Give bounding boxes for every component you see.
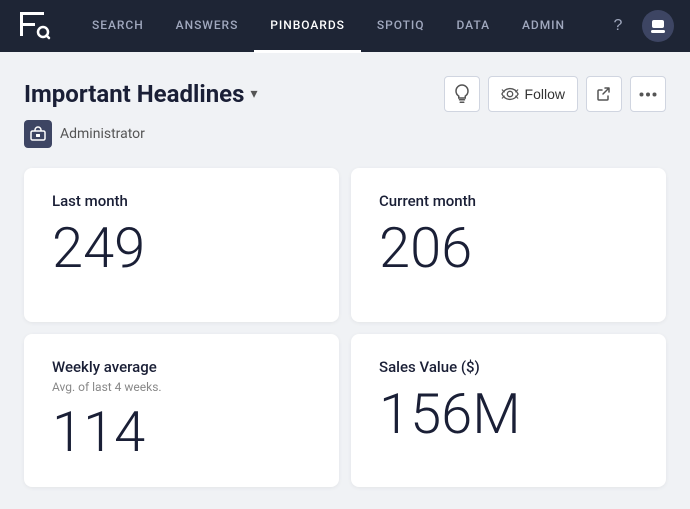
- owner-row: Administrator: [24, 120, 666, 148]
- logo-text: [16, 6, 52, 47]
- card-title-1: Current month: [379, 192, 638, 210]
- user-avatar-button[interactable]: [642, 10, 674, 42]
- card-title-0: Last month: [52, 192, 311, 210]
- nav-item-admin[interactable]: ADMIN: [506, 1, 581, 53]
- card-weekly-average: Weekly average Avg. of last 4 weeks. 114: [24, 334, 339, 488]
- page-title: Important Headlines: [24, 80, 244, 108]
- follow-button[interactable]: Follow: [488, 76, 578, 112]
- card-value-3: 156M: [379, 384, 638, 446]
- share-button[interactable]: [586, 76, 622, 112]
- nav-item-answers[interactable]: ANSWERS: [160, 1, 255, 53]
- nav-item-spotiq[interactable]: SPOTIQ: [361, 1, 441, 53]
- card-sales-value: Sales Value ($) 156M: [351, 334, 666, 488]
- navbar: SEARCH ANSWERS PINBOARDS SPOTIQ DATA ADM…: [0, 0, 690, 52]
- card-value-2: 114: [52, 402, 311, 464]
- help-button[interactable]: ?: [602, 10, 634, 42]
- owner-icon: [24, 120, 52, 148]
- page-actions: Follow: [444, 76, 666, 112]
- page-title-area: Important Headlines ▾: [24, 80, 257, 108]
- cards-grid: Last month 249 Current month 206 Weekly …: [24, 168, 666, 487]
- nav-items: SEARCH ANSWERS PINBOARDS SPOTIQ DATA ADM…: [76, 1, 602, 52]
- card-value-0: 249: [52, 218, 311, 280]
- owner-name: Administrator: [60, 126, 145, 142]
- lightbulb-button[interactable]: [444, 76, 480, 112]
- card-title-3: Sales Value ($): [379, 358, 638, 376]
- follow-label: Follow: [525, 86, 565, 102]
- card-value-1: 206: [379, 218, 638, 280]
- card-title-2: Weekly average: [52, 358, 311, 376]
- nav-item-data[interactable]: DATA: [441, 1, 507, 53]
- card-last-month: Last month 249: [24, 168, 339, 322]
- logo[interactable]: [16, 6, 52, 47]
- card-subtitle-2: Avg. of last 4 weeks.: [52, 380, 311, 394]
- title-dropdown-arrow[interactable]: ▾: [250, 86, 257, 102]
- main-content: Important Headlines ▾ Follow: [0, 52, 690, 507]
- nav-right: ?: [602, 10, 674, 42]
- nav-item-pinboards[interactable]: PINBOARDS: [254, 1, 361, 53]
- nav-item-search[interactable]: SEARCH: [76, 1, 160, 53]
- page-header: Important Headlines ▾ Follow: [24, 76, 666, 112]
- more-options-button[interactable]: [630, 76, 666, 112]
- card-current-month: Current month 206: [351, 168, 666, 322]
